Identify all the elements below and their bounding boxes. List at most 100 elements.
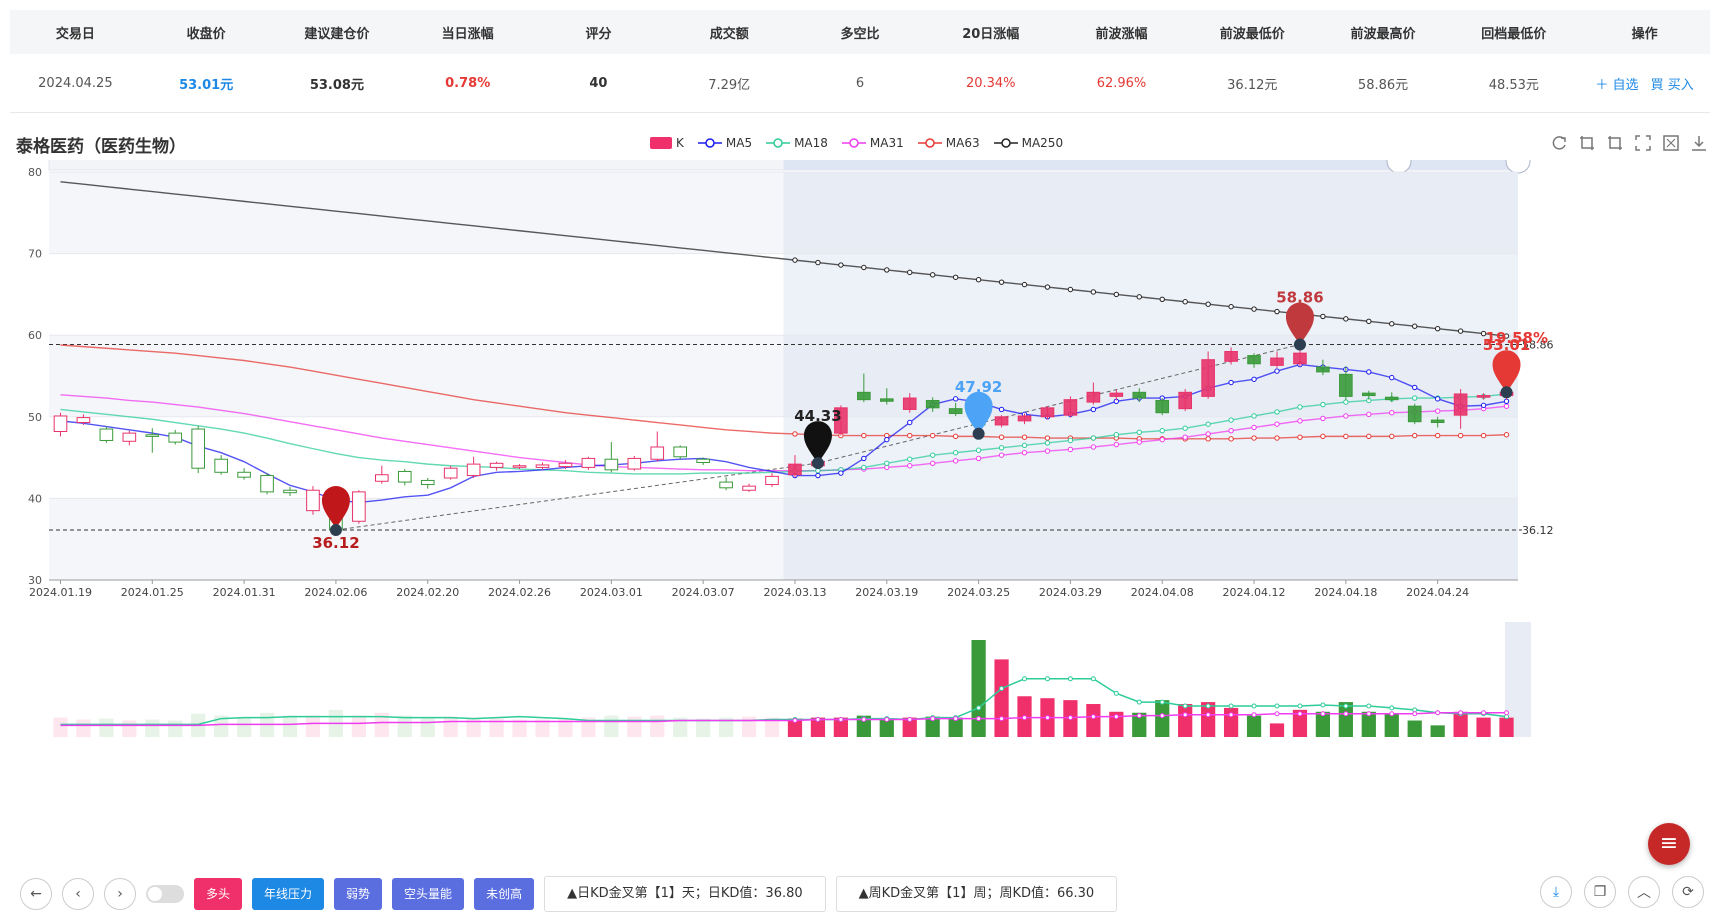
legend-k[interactable]: K	[650, 136, 684, 150]
candle-body[interactable]	[53, 415, 68, 432]
candle-body[interactable]	[1384, 396, 1399, 401]
buy-button[interactable]: 買 买入	[1651, 78, 1694, 93]
tag-annual-pressure[interactable]: 年线压力	[252, 878, 325, 910]
candle-body[interactable]	[1201, 359, 1215, 397]
candle-body[interactable]	[696, 458, 710, 463]
volume-bar[interactable]	[1430, 725, 1445, 737]
volume-bar[interactable]	[1407, 720, 1422, 737]
candle-body[interactable]	[99, 428, 114, 441]
candle-body[interactable]	[145, 434, 160, 437]
legend-ma31[interactable]: MA31	[841, 136, 904, 150]
candle-body[interactable]	[489, 462, 504, 468]
refresh-icon[interactable]	[1550, 134, 1568, 152]
candle-body[interactable]	[512, 465, 527, 468]
candle-body[interactable]	[742, 485, 756, 491]
candle-body[interactable]	[76, 417, 91, 424]
back-button[interactable]: ←	[20, 878, 52, 910]
volume-bar[interactable]	[305, 715, 321, 737]
volume-bar[interactable]	[466, 717, 481, 737]
zoom-slider-handle[interactable]	[1505, 160, 1531, 174]
candle-body[interactable]	[1063, 399, 1078, 416]
candle-body[interactable]	[191, 428, 206, 469]
candle-body[interactable]	[788, 463, 802, 476]
volume-bar[interactable]	[994, 659, 1009, 737]
zoom-slider-handle[interactable]	[1386, 160, 1412, 174]
candle-body[interactable]	[1040, 407, 1055, 418]
legend-ma250[interactable]: MA250	[993, 136, 1063, 150]
restore-icon[interactable]	[1662, 134, 1680, 152]
candle-body[interactable]	[1270, 357, 1284, 366]
crop-alt-icon[interactable]	[1606, 134, 1624, 152]
legend-ma18[interactable]: MA18	[766, 136, 828, 150]
volume-bar[interactable]	[397, 715, 412, 737]
toggle-switch[interactable]	[146, 885, 184, 903]
candle-body[interactable]	[168, 432, 183, 443]
volume-bar[interactable]	[420, 717, 435, 737]
candle-body[interactable]	[673, 446, 688, 458]
volume-bar[interactable]	[282, 715, 298, 737]
candle-body[interactable]	[397, 470, 412, 483]
candle-body[interactable]	[1224, 351, 1238, 362]
candle-body[interactable]	[765, 475, 779, 486]
volume-bar[interactable]	[971, 640, 986, 737]
next-button[interactable]: ›	[104, 878, 136, 910]
candle-body[interactable]	[1407, 405, 1422, 423]
volume-bar[interactable]	[1178, 704, 1193, 737]
candle-body[interactable]	[879, 398, 894, 402]
volume-bar[interactable]	[443, 716, 458, 737]
candle-body[interactable]	[1086, 391, 1101, 403]
add-watchlist-button[interactable]: ＋ 自选	[1595, 78, 1638, 93]
candle-body[interactable]	[1430, 419, 1445, 424]
prev-button[interactable]: ‹	[62, 878, 94, 910]
menu-fab-button[interactable]: ≡	[1648, 823, 1690, 865]
tag-no-new-high[interactable]: 未创高	[474, 878, 535, 910]
candle-body[interactable]	[948, 408, 963, 415]
volume-bar[interactable]	[1155, 700, 1170, 737]
candle-body[interactable]	[1017, 415, 1032, 422]
volume-bar[interactable]	[650, 715, 665, 737]
candle-body[interactable]	[466, 463, 481, 477]
candle-body[interactable]	[1132, 391, 1147, 399]
legend-ma63[interactable]: MA63	[917, 136, 980, 150]
tag-bullish[interactable]: 多头	[194, 878, 243, 910]
download-icon[interactable]	[1690, 134, 1708, 152]
crop-icon[interactable]	[1578, 134, 1596, 152]
volume-bar[interactable]	[1384, 713, 1399, 737]
candle-body[interactable]	[604, 458, 619, 471]
candle-body[interactable]	[260, 475, 274, 493]
candle-body[interactable]	[122, 432, 137, 442]
volume-bar[interactable]	[696, 718, 711, 737]
volume-bar[interactable]	[351, 715, 366, 737]
candle-body[interactable]	[1316, 366, 1330, 373]
candle-body[interactable]	[1247, 355, 1261, 365]
candle-body[interactable]	[719, 481, 733, 489]
candle-body[interactable]	[1178, 391, 1192, 410]
volume-bar[interactable]	[1086, 704, 1101, 737]
candle-body[interactable]	[375, 474, 389, 482]
tag-bear-volume[interactable]: 空头量能	[392, 878, 465, 910]
tag-weak[interactable]: 弱势	[334, 878, 383, 910]
candle-body[interactable]	[214, 458, 228, 473]
volume-bar[interactable]	[1476, 717, 1491, 737]
volume-bar[interactable]	[122, 720, 137, 737]
candle-body[interactable]	[283, 489, 297, 494]
candle-body[interactable]	[902, 397, 917, 410]
volume-bar[interactable]	[168, 720, 183, 737]
candle-body[interactable]	[1293, 352, 1307, 365]
candle-body[interactable]	[1476, 395, 1491, 398]
candle-body[interactable]	[352, 491, 366, 522]
candle-body[interactable]	[1339, 373, 1353, 397]
candle-body[interactable]	[1155, 399, 1170, 414]
candle-body[interactable]	[558, 462, 573, 468]
volume-bar[interactable]	[604, 715, 619, 737]
candle-body[interactable]	[1453, 393, 1468, 416]
candle-body[interactable]	[306, 489, 320, 512]
candle-body[interactable]	[925, 399, 940, 409]
volume-bar[interactable]	[76, 719, 91, 737]
volume-bar[interactable]	[1269, 723, 1285, 737]
candle-body[interactable]	[1361, 392, 1376, 397]
candle-body[interactable]	[627, 457, 642, 470]
volume-bar[interactable]	[879, 719, 894, 737]
volume-bar[interactable]	[99, 718, 114, 737]
fullscreen-icon[interactable]	[1634, 134, 1652, 152]
